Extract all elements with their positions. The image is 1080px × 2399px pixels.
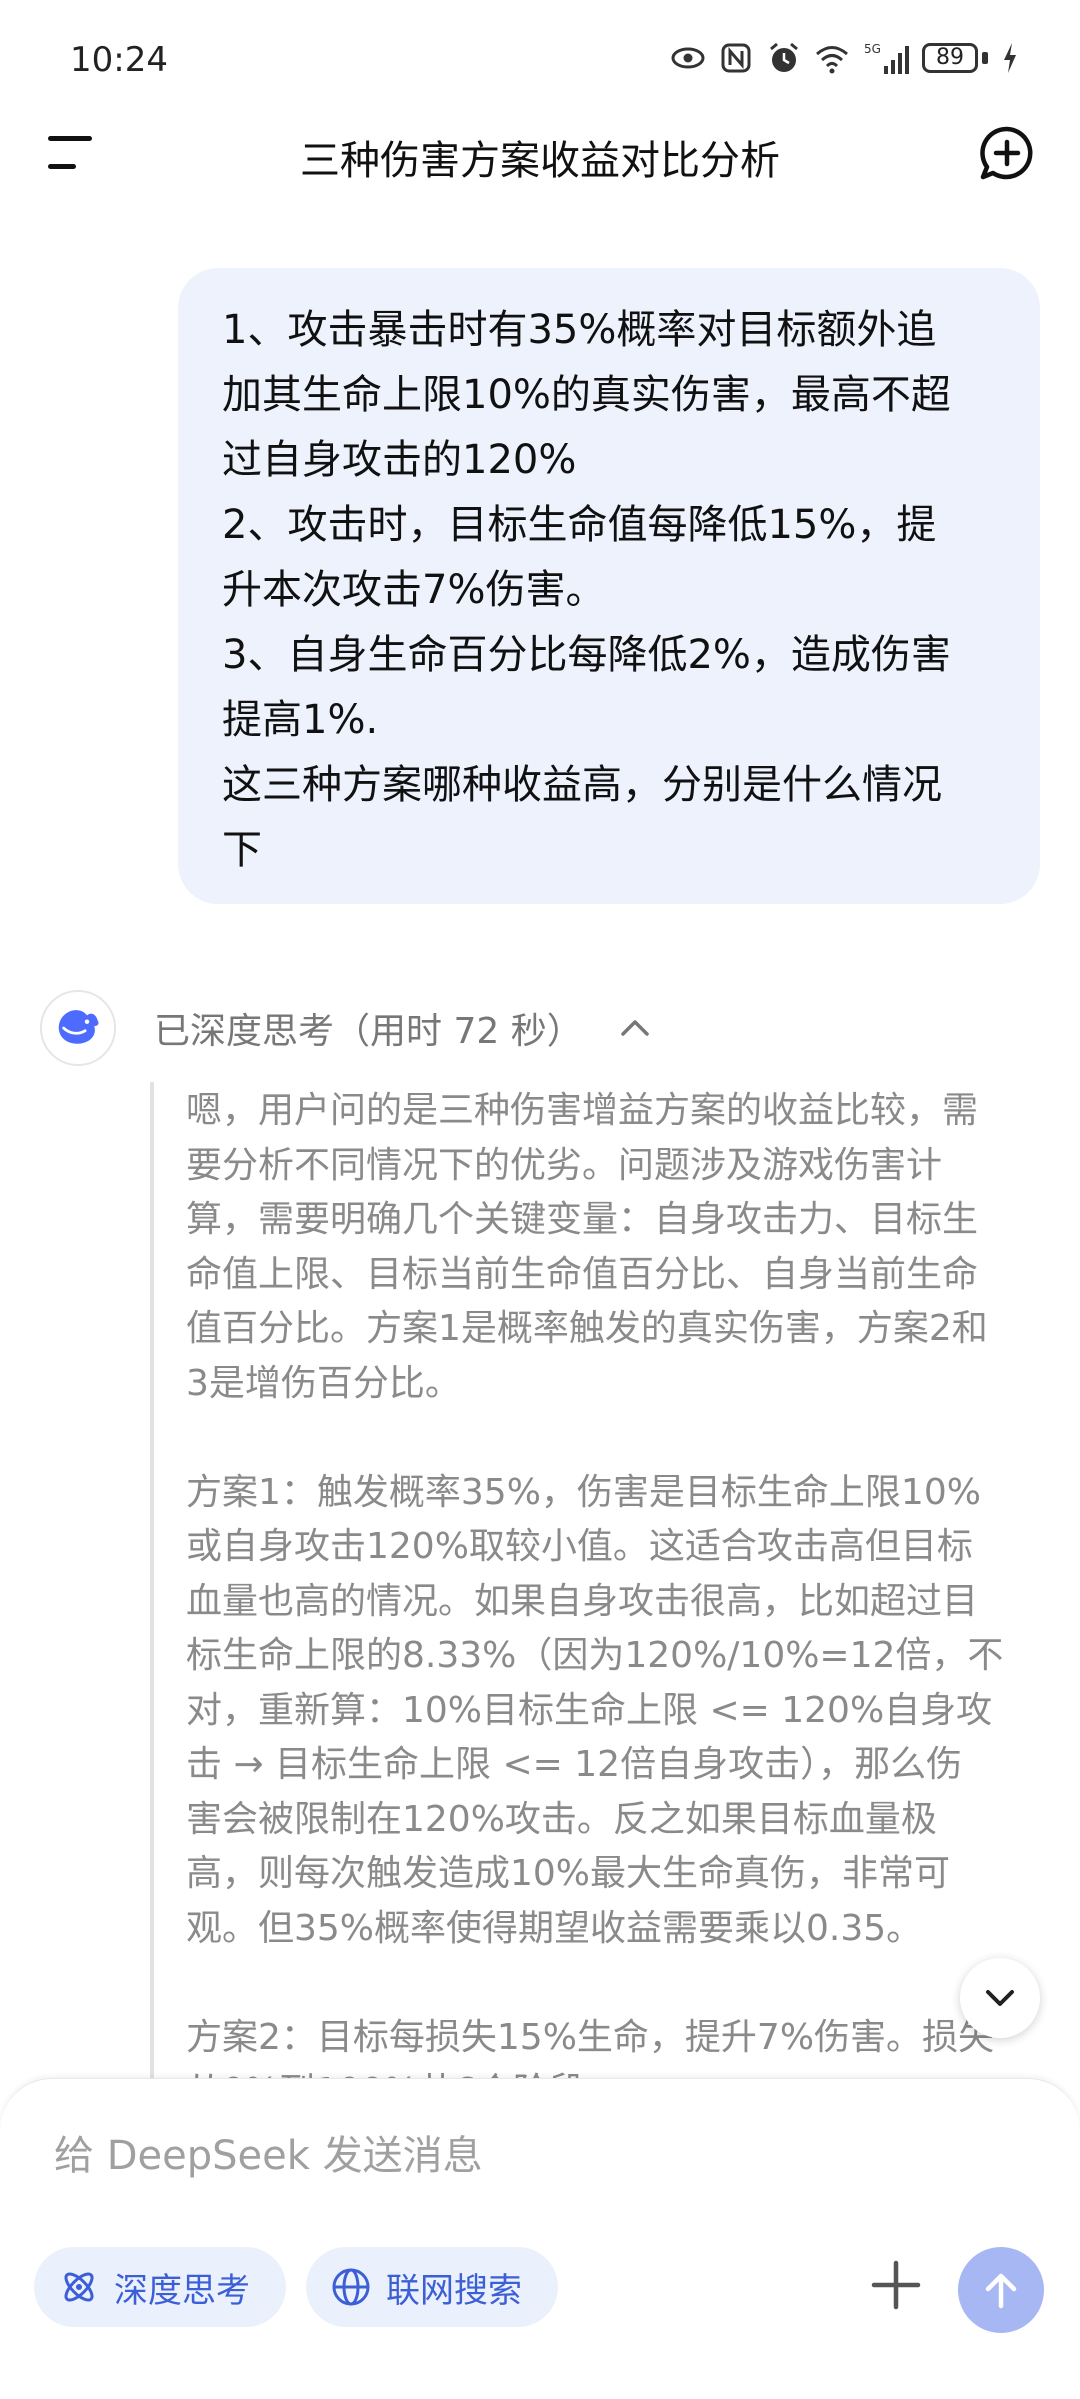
web-search-label: 联网搜索: [386, 2270, 522, 2311]
thinking-line: 命值上限、目标当前生命值百分比、自身当前生命: [186, 1253, 979, 1295]
page-title: 三种伤害方案收益对比分析: [300, 138, 780, 184]
new-chat-icon: [980, 126, 1033, 180]
user-message-line: 升本次攻击7%伤害。: [222, 567, 606, 613]
thinking-label: 已深度思考（用时 72 秒）: [154, 1011, 583, 1052]
thinking-line: 方案1：触发概率35%，伤害是目标生命上限10%: [186, 1471, 981, 1513]
send-button[interactable]: [958, 2247, 1044, 2333]
user-message-line: 2、攻击时，目标生命值每降低15%，提: [222, 502, 937, 548]
thinking-line: 对，重新算：10%目标生命上限 <= 120%自身攻: [186, 1689, 993, 1731]
user-message-bubble[interactable]: 1、攻击暴击时有35%概率对目标额外追 加其生命上限10%的真实伤害，最高不超 …: [178, 268, 1040, 904]
thinking-line: 击 → 目标生命上限 <= 12倍自身攻击），那么伤: [186, 1744, 963, 1785]
globe-icon: [332, 2268, 370, 2306]
thinking-line: 或自身攻击120%取较小值。这适合攻击高但目标: [186, 1526, 973, 1567]
user-message-line: 3、自身生命百分比每降低2%，造成伤害: [222, 632, 951, 678]
deepseek-avatar: [40, 990, 116, 1066]
user-message-line: 提高1%.: [222, 697, 379, 743]
user-message-line: 过自身攻击的120%: [222, 437, 577, 483]
plus-icon: [871, 2260, 921, 2310]
status-bar: 10:24 5G 89: [0, 0, 1080, 120]
thinking-divider: [150, 1082, 154, 2082]
thinking-toggle[interactable]: 已深度思考（用时 72 秒）: [154, 1002, 653, 1054]
thinking-line: 观。但35%概率使得期望收益需要乘以0.35。: [186, 1907, 923, 1949]
thinking-line: 要分析不同情况下的优劣。问题涉及游戏伤害计: [186, 1144, 943, 1186]
charging-icon: [1000, 40, 1020, 76]
message-input[interactable]: [52, 2115, 876, 2197]
thinking-line: 血量也高的情况。如果自身攻击很高，比如超过目: [186, 1580, 979, 1622]
wifi-icon: [814, 40, 850, 76]
thinking-line: 高，则每次触发造成10%最大生命真伤，非常可: [186, 1853, 951, 1894]
atom-icon: [64, 2272, 94, 2302]
web-search-toggle[interactable]: 联网搜索: [306, 2247, 558, 2327]
arrow-up-icon: [985, 2273, 1017, 2309]
user-message-line: 这三种方案哪种收益高，分别是什么情况: [222, 762, 942, 808]
new-chat-button[interactable]: [978, 124, 1036, 182]
status-icons: 5G 89: [670, 40, 1020, 76]
alarm-icon: [766, 40, 802, 76]
thinking-line: 嗯，用户问的是三种伤害增益方案的收益比较，需: [186, 1090, 979, 1131]
deep-think-label: 深度思考: [114, 2270, 250, 2311]
thinking-line: 3是增伤百分比。: [186, 1362, 461, 1404]
thinking-line: 算，需要明确几个关键变量：自身攻击力、目标生: [186, 1199, 979, 1240]
app-header: 三种伤害方案收益对比分析: [0, 110, 1080, 200]
attach-button[interactable]: [866, 2255, 926, 2315]
user-message-line: 下: [222, 827, 262, 873]
deep-think-toggle[interactable]: 深度思考: [34, 2247, 286, 2327]
svg-text:5G: 5G: [864, 42, 881, 56]
user-message-line: 1、攻击暴击时有35%概率对目标额外追: [222, 307, 937, 353]
thinking-line: 值百分比。方案1是概率触发的真实伤害，方案2和: [186, 1308, 988, 1349]
message-composer: 深度思考 联网搜索: [0, 2078, 1080, 2399]
whale-logo-icon: [58, 1010, 99, 1044]
battery-level: 89: [922, 43, 978, 73]
thinking-line: 害会被限制在120%攻击。反之如果目标血量极: [186, 1798, 937, 1840]
nfc-icon: [718, 40, 754, 76]
scroll-to-bottom-button[interactable]: [960, 1958, 1040, 2038]
thinking-line: 标生命上限的8.33%（因为120%/10%=12倍，不: [186, 1635, 1004, 1676]
chevron-up-icon: [620, 1020, 649, 1036]
battery-indicator: 89: [922, 43, 988, 73]
5g-signal-icon: 5G: [862, 40, 910, 76]
thinking-content: 嗯，用户问的是三种伤害增益方案的收益比较，需 要分析不同情况下的优劣。问题涉及游…: [186, 1084, 1046, 2120]
status-time: 10:24: [70, 40, 168, 80]
thinking-line: 方案2：目标每损失15%生命，提升7%伤害。损失: [186, 2016, 995, 2058]
eye-icon: [670, 40, 706, 76]
user-message-line: 加其生命上限10%的真实伤害，最高不超: [222, 372, 951, 418]
chevron-down-icon: [986, 1990, 1014, 2006]
